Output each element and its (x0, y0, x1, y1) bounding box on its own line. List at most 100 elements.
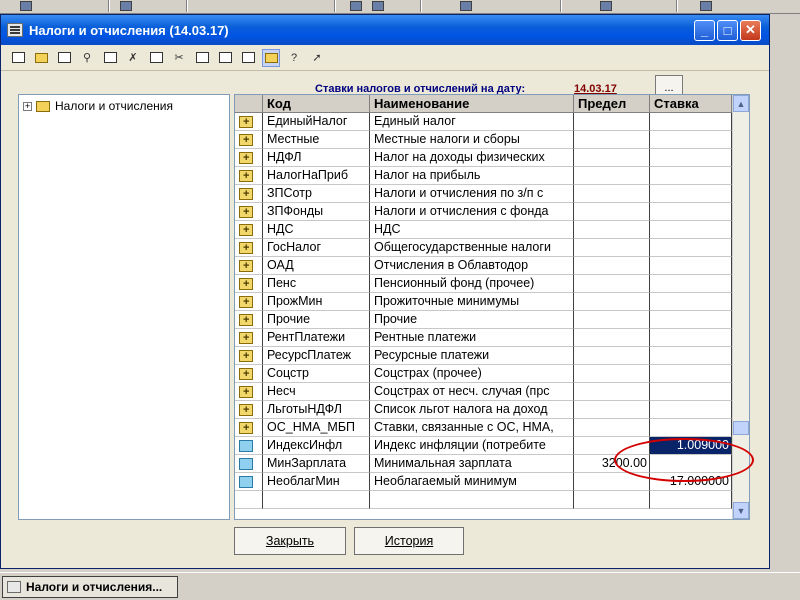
limit-cell[interactable] (574, 167, 650, 185)
code-cell[interactable]: МинЗарплата (263, 455, 370, 473)
rate-cell[interactable] (650, 329, 732, 347)
table-row[interactable]: ЕдиныйНалогЕдиный налог (235, 113, 732, 131)
table-row[interactable]: СоцстрСоцстрах (прочее) (235, 365, 732, 383)
copy-icon[interactable] (193, 49, 211, 67)
group-folder-icon[interactable] (239, 168, 253, 184)
group-folder-icon[interactable] (239, 132, 253, 148)
properties-icon[interactable] (147, 49, 165, 67)
name-cell[interactable]: Список льгот налога на доход (370, 401, 574, 419)
group-folder-icon[interactable] (239, 186, 253, 202)
limit-cell[interactable] (574, 221, 650, 239)
name-cell[interactable]: Налоги и отчисления с фонда (370, 203, 574, 221)
table-row[interactable]: МестныеМестные налоги и сборы (235, 131, 732, 149)
name-cell[interactable]: Отчисления в Облавтодор (370, 257, 574, 275)
table-row[interactable]: ГосНалогОбщегосударственные налоги (235, 239, 732, 257)
rate-cell[interactable] (650, 131, 732, 149)
limit-cell[interactable] (574, 419, 650, 437)
code-cell[interactable]: РентПлатежи (263, 329, 370, 347)
maximize-button[interactable]: □ (717, 19, 738, 41)
limit-cell[interactable] (574, 329, 650, 347)
rate-cell[interactable] (650, 275, 732, 293)
taskbar-item[interactable]: Налоги и отчисления... (2, 576, 178, 598)
rate-cell[interactable] (650, 293, 732, 311)
rate-cell[interactable] (650, 365, 732, 383)
code-cell[interactable]: ЛьготыНДФЛ (263, 401, 370, 419)
open-folder-icon[interactable] (32, 49, 50, 67)
name-cell[interactable]: Прожиточные минимумы (370, 293, 574, 311)
code-cell[interactable]: НДФЛ (263, 149, 370, 167)
code-cell[interactable]: НеоблагМин (263, 473, 370, 491)
code-cell[interactable]: Соцстр (263, 365, 370, 383)
name-cell[interactable]: НДС (370, 221, 574, 239)
code-cell[interactable]: Местные (263, 131, 370, 149)
name-cell[interactable]: Соцстрах от несч. случая (прс (370, 383, 574, 401)
limit-cell[interactable] (574, 275, 650, 293)
limit-cell[interactable] (574, 293, 650, 311)
rate-cell[interactable] (650, 113, 732, 131)
scroll-up-icon[interactable]: ▲ (733, 95, 749, 112)
history-button[interactable]: История (354, 527, 464, 555)
name-cell[interactable]: Ресурсные платежи (370, 347, 574, 365)
limit-cell[interactable] (574, 257, 650, 275)
name-cell[interactable]: Индекс инфляции (потребите (370, 437, 574, 455)
find-icon[interactable]: ⚲ (78, 49, 96, 67)
group-folder-icon[interactable] (239, 150, 253, 166)
table-row[interactable]: ПрочиеПрочие (235, 311, 732, 329)
rate-cell[interactable] (650, 419, 732, 437)
name-cell[interactable]: Общегосударственные налоги (370, 239, 574, 257)
rate-cell[interactable] (650, 239, 732, 257)
code-cell[interactable]: ЕдиныйНалог (263, 113, 370, 131)
group-folder-icon[interactable] (239, 114, 253, 130)
limit-cell[interactable] (574, 203, 650, 221)
table-row[interactable]: ПенсПенсионный фонд (прочее) (235, 275, 732, 293)
limit-cell[interactable] (574, 347, 650, 365)
group-folder-icon[interactable] (239, 276, 253, 292)
help-icon[interactable]: ? (285, 49, 303, 67)
code-cell[interactable]: НалогНаПриб (263, 167, 370, 185)
table-row[interactable]: НесчСоцстрах от несч. случая (прс (235, 383, 732, 401)
code-cell[interactable]: РесурсПлатеж (263, 347, 370, 365)
limit-cell[interactable] (574, 131, 650, 149)
table-row[interactable]: НалогНаПрибНалог на прибыль (235, 167, 732, 185)
table-row[interactable]: ЛьготыНДФЛСписок льгот налога на доход (235, 401, 732, 419)
group-folder-icon[interactable] (239, 204, 253, 220)
limit-cell[interactable] (574, 383, 650, 401)
code-cell[interactable]: ГосНалог (263, 239, 370, 257)
name-cell[interactable]: Ставки, связанные с ОС, НМА, (370, 419, 574, 437)
group-folder-icon[interactable] (239, 222, 253, 238)
group-folder-icon[interactable] (239, 420, 253, 436)
group-folder-icon[interactable] (239, 294, 253, 310)
context-help-icon[interactable]: ➚ (308, 49, 326, 67)
rate-cell[interactable] (650, 167, 732, 185)
group-folder-icon[interactable] (239, 348, 253, 364)
rate-cell[interactable] (650, 257, 732, 275)
rate-cell[interactable] (650, 203, 732, 221)
group-folder-icon[interactable] (239, 240, 253, 256)
close-window-button[interactable]: ✕ (740, 19, 761, 41)
minimize-button[interactable]: _ (694, 19, 715, 41)
header-name[interactable]: Наименование (370, 95, 574, 113)
table-row[interactable]: ОС_НМА_МБПСтавки, связанные с ОС, НМА, (235, 419, 732, 437)
table-row[interactable]: ОАДОтчисления в Облавтодор (235, 257, 732, 275)
table-row[interactable]: НДФЛНалог на доходы физических (235, 149, 732, 167)
table-row[interactable]: ЗПСотрНалоги и отчисления по з/п с (235, 185, 732, 203)
table-row[interactable]: РентПлатежиРентные платежи (235, 329, 732, 347)
name-cell[interactable]: Налог на прибыль (370, 167, 574, 185)
name-cell[interactable]: Единый налог (370, 113, 574, 131)
code-cell[interactable]: ЗПСотр (263, 185, 370, 203)
rate-cell[interactable] (650, 149, 732, 167)
category-tree[interactable]: + Налоги и отчисления (18, 94, 230, 520)
edit-icon[interactable] (55, 49, 73, 67)
print-icon[interactable] (239, 49, 257, 67)
copy-row-icon[interactable] (101, 49, 119, 67)
name-cell[interactable]: Минимальная зарплата (370, 455, 574, 473)
limit-cell[interactable] (574, 239, 650, 257)
limit-cell[interactable] (574, 149, 650, 167)
name-cell[interactable]: Прочие (370, 311, 574, 329)
header-limit[interactable]: Предел (574, 95, 650, 113)
code-cell[interactable]: ОАД (263, 257, 370, 275)
group-folder-icon[interactable] (239, 330, 253, 346)
limit-cell[interactable] (574, 311, 650, 329)
hierarchy-icon[interactable] (262, 48, 280, 67)
name-cell[interactable]: Рентные платежи (370, 329, 574, 347)
